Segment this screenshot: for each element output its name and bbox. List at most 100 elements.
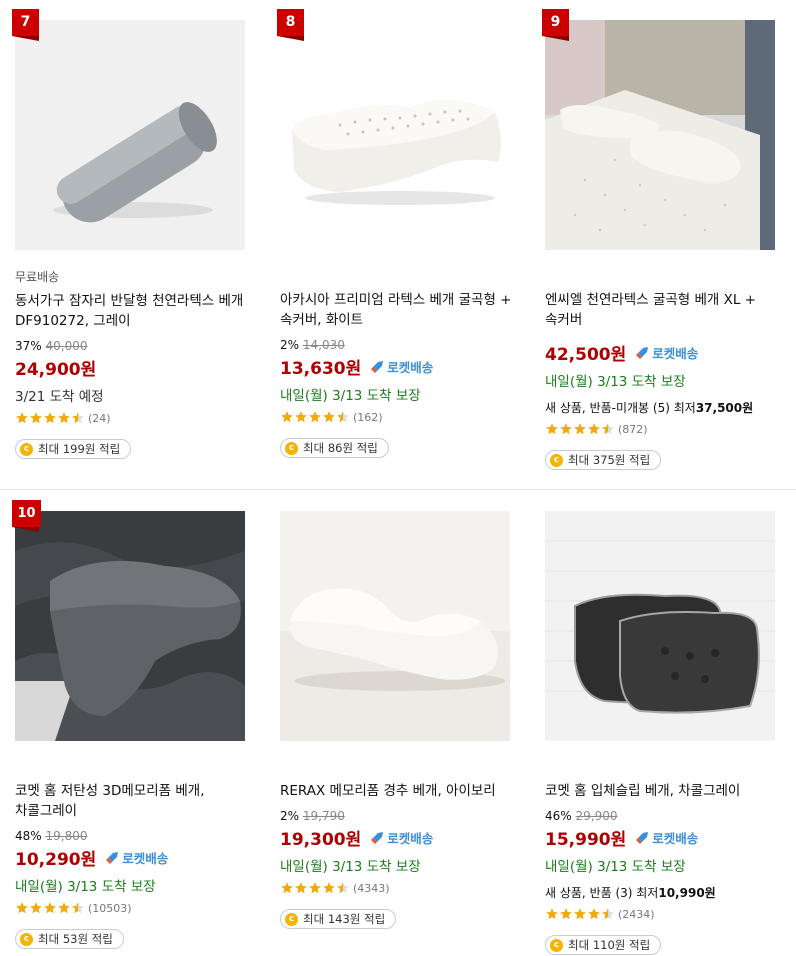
product-image[interactable]: [545, 511, 775, 741]
rocket-label: 로켓배송: [387, 360, 434, 375]
original-price: 40,000: [45, 339, 88, 353]
coin-icon: c: [20, 442, 33, 456]
product-card[interactable]: 10 코멧 홈 저탄성 3D메모리폼 베개, 차콜그레이 48% 19,800 …: [12, 500, 255, 949]
rocket-label: 로켓배송: [652, 831, 699, 846]
star-icon: [16, 412, 28, 424]
delivery-date: 내일(월) 3/13 도착 보장: [280, 388, 421, 404]
row-divider: [0, 489, 796, 490]
star-icon: [560, 908, 572, 920]
star-icon: [309, 411, 321, 423]
rocket-label: 로켓배송: [387, 831, 434, 846]
used-offer[interactable]: 새 상품, 반품-미개봉 (5) 최저37,500원: [545, 399, 785, 416]
product-image[interactable]: [280, 20, 510, 250]
used-offer[interactable]: 새 상품, 반품 (3) 최저10,990원: [545, 884, 785, 901]
star-icon: [323, 882, 335, 894]
review-count[interactable]: (162): [353, 411, 383, 424]
star-icon: [546, 908, 558, 920]
product-title[interactable]: 아카시아 프리미엄 라텍스 베개 굴곡형 + 속커버, 화이트: [280, 290, 520, 330]
sale-price: 19,300원: [280, 830, 362, 850]
price-row: 19,300원 로켓배송: [280, 825, 520, 850]
original-price: 19,800: [45, 829, 88, 843]
rocket-delivery-badge: 로켓배송: [104, 848, 168, 867]
delivery-date: 내일(월) 3/13 도착 보장: [545, 374, 686, 390]
star-rating: [15, 901, 85, 915]
price-row: 24,900원: [15, 355, 255, 380]
reward-text: 최대 110원 적립: [568, 938, 651, 952]
rating: (10503): [15, 901, 255, 915]
star-icon: [281, 882, 293, 894]
price-row: 42,500원 로켓배송: [545, 340, 785, 365]
product-card[interactable]: 9 엔씨엘 천연라텍스 굴곡형 베개 XL + 속커버 42,500원 로켓배송…: [542, 9, 785, 470]
rocket-delivery-badge: 로켓배송: [634, 828, 698, 847]
review-count[interactable]: (2434): [618, 908, 655, 921]
rating: (162): [280, 410, 520, 424]
product-title[interactable]: 코멧 홈 입체슬립 베개, 차콜그레이: [545, 781, 785, 801]
reward-badge: c 최대 143원 적립: [280, 909, 397, 929]
reward-badge: c 최대 86원 적립: [280, 438, 389, 458]
rocket-icon: [371, 360, 384, 373]
product-title[interactable]: RERAX 메모리폼 경추 베개, 아이보리: [280, 781, 520, 801]
rocket-label: 로켓배송: [122, 851, 169, 866]
delivery-date: 내일(월) 3/13 도착 보장: [280, 859, 421, 875]
reward-badge: c 최대 53원 적립: [15, 929, 124, 949]
star-icon: [72, 902, 84, 914]
star-icon: [602, 423, 614, 435]
product-image[interactable]: [545, 20, 775, 250]
delivery-date: 내일(월) 3/13 도착 보장: [545, 859, 686, 875]
used-offer-price: 10,990원: [658, 886, 716, 900]
star-icon: [295, 882, 307, 894]
coin-icon: c: [20, 932, 33, 946]
price-row: 15,990원 로켓배송: [545, 825, 785, 850]
used-offer-text: 새 상품, 반품-미개봉 (5) 최저: [545, 401, 696, 415]
discount-info: 2% 19,790: [280, 809, 520, 823]
rocket-icon: [106, 851, 119, 864]
star-rating: [545, 422, 615, 436]
sale-price: 13,630원: [280, 359, 362, 379]
product-card[interactable]: 7 무료배송 동서가구 잠자리 반달형 천연라텍스 베개 DF910272, 그…: [12, 9, 255, 459]
discount-rate: 46%: [545, 809, 572, 823]
review-count[interactable]: (10503): [88, 902, 132, 915]
rating: (2434): [545, 907, 785, 921]
star-icon: [574, 423, 586, 435]
price-row: 13,630원 로켓배송: [280, 354, 520, 379]
product-title[interactable]: 엔씨엘 천연라텍스 굴곡형 베개 XL + 속커버: [545, 290, 785, 330]
product-image[interactable]: [15, 511, 245, 741]
discount-info: 46% 29,900: [545, 809, 785, 823]
sale-price: 24,900원: [15, 360, 97, 380]
product-image[interactable]: [15, 20, 245, 250]
original-price: 14,030: [302, 338, 345, 352]
star-icon: [323, 411, 335, 423]
rocket-delivery-badge: 로켓배송: [634, 343, 698, 362]
review-count[interactable]: (24): [88, 412, 111, 425]
star-icon: [16, 902, 28, 914]
coin-icon: c: [550, 938, 563, 952]
star-icon: [44, 902, 56, 914]
star-icon: [588, 423, 600, 435]
reward-badge: c 최대 375원 적립: [545, 450, 662, 470]
star-rating: [280, 881, 350, 895]
star-icon: [72, 412, 84, 424]
reward-text: 최대 143원 적립: [303, 912, 386, 926]
product-card[interactable]: RERAX 메모리폼 경추 베개, 아이보리 2% 19,790 19,300원…: [280, 511, 520, 929]
discount-rate: 2%: [280, 809, 300, 823]
sale-price: 15,990원: [545, 830, 627, 850]
star-icon: [44, 412, 56, 424]
original-price: 19,790: [302, 809, 345, 823]
review-count[interactable]: (4343): [353, 882, 390, 895]
product-card[interactable]: 8 아카시아 프리미엄 라텍스 베개 굴곡형 + 속커버, 화이트 2% 14,…: [277, 9, 520, 458]
star-icon: [588, 908, 600, 920]
star-rating: [15, 411, 85, 425]
star-icon: [309, 882, 321, 894]
discount-rate: 2%: [280, 338, 300, 352]
used-offer-price: 37,500원: [695, 401, 754, 415]
product-title[interactable]: 코멧 홈 저탄성 3D메모리폼 베개, 차콜그레이: [15, 781, 255, 821]
discount-info: 2% 14,030: [280, 338, 520, 352]
reward-text: 최대 86원 적립: [303, 441, 378, 455]
product-title[interactable]: 동서가구 잠자리 반달형 천연라텍스 베개 DF910272, 그레이: [15, 291, 255, 331]
review-count[interactable]: (872): [618, 423, 648, 436]
product-card[interactable]: 코멧 홈 입체슬립 베개, 차콜그레이 46% 29,900 15,990원 로…: [545, 511, 785, 955]
rocket-delivery-badge: 로켓배송: [369, 828, 433, 847]
rating: (24): [15, 411, 255, 425]
star-icon: [58, 902, 70, 914]
product-image[interactable]: [280, 511, 510, 741]
